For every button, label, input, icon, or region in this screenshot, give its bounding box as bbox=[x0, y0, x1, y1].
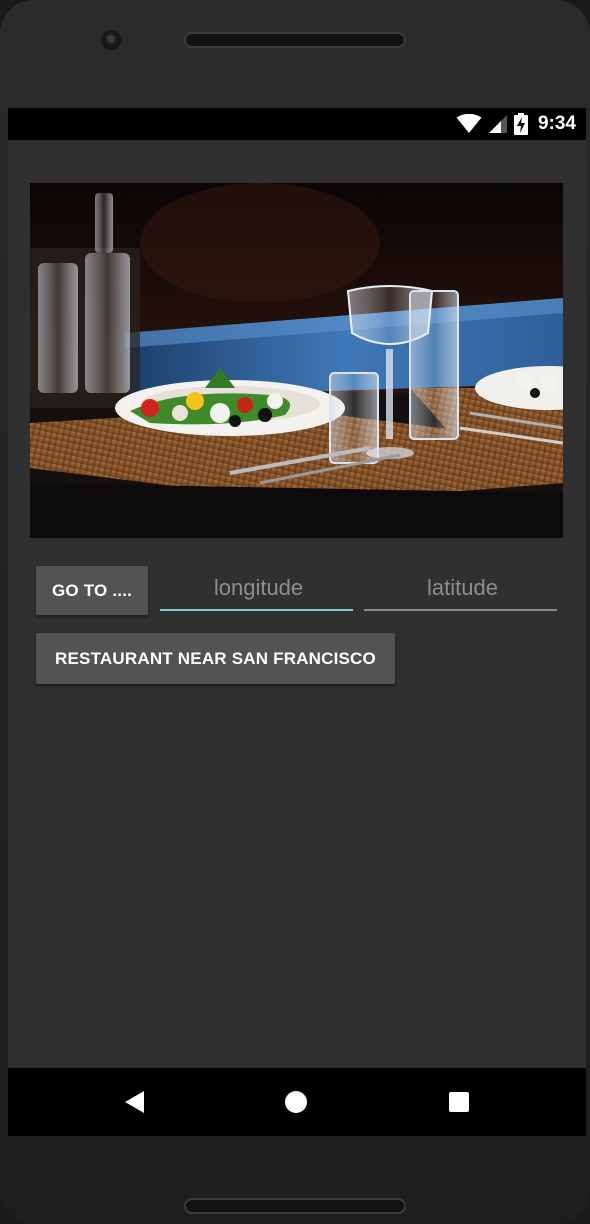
battery-charging-icon bbox=[513, 113, 528, 135]
latitude-input[interactable] bbox=[364, 565, 561, 611]
longitude-input[interactable] bbox=[160, 565, 357, 611]
phone-frame: 9:34 GO TO .... longitude latitude RESTA… bbox=[0, 0, 590, 1224]
status-bar: 9:34 bbox=[8, 108, 586, 140]
go-to-button[interactable]: GO TO .... bbox=[36, 566, 148, 615]
signal-icon bbox=[488, 115, 507, 133]
recents-icon bbox=[449, 1092, 469, 1112]
recents-button[interactable] bbox=[444, 1087, 474, 1117]
restaurant-near-san-francisco-button[interactable]: RESTAURANT NEAR SAN FRANCISCO bbox=[36, 633, 395, 684]
latitude-field[interactable] bbox=[364, 565, 561, 611]
restaurant-image bbox=[30, 183, 563, 538]
status-time: 9:34 bbox=[537, 113, 576, 134]
back-icon bbox=[125, 1091, 144, 1113]
top-speaker bbox=[184, 32, 406, 48]
home-icon bbox=[285, 1091, 307, 1113]
navigation-bar bbox=[8, 1068, 586, 1136]
longitude-field[interactable] bbox=[160, 565, 357, 611]
front-camera bbox=[101, 30, 121, 50]
back-button[interactable] bbox=[119, 1087, 149, 1117]
home-button[interactable] bbox=[281, 1087, 311, 1117]
app-screen: 9:34 GO TO .... longitude latitude RESTA… bbox=[8, 108, 586, 1136]
bottom-speaker bbox=[184, 1198, 406, 1214]
wifi-icon bbox=[456, 114, 482, 133]
